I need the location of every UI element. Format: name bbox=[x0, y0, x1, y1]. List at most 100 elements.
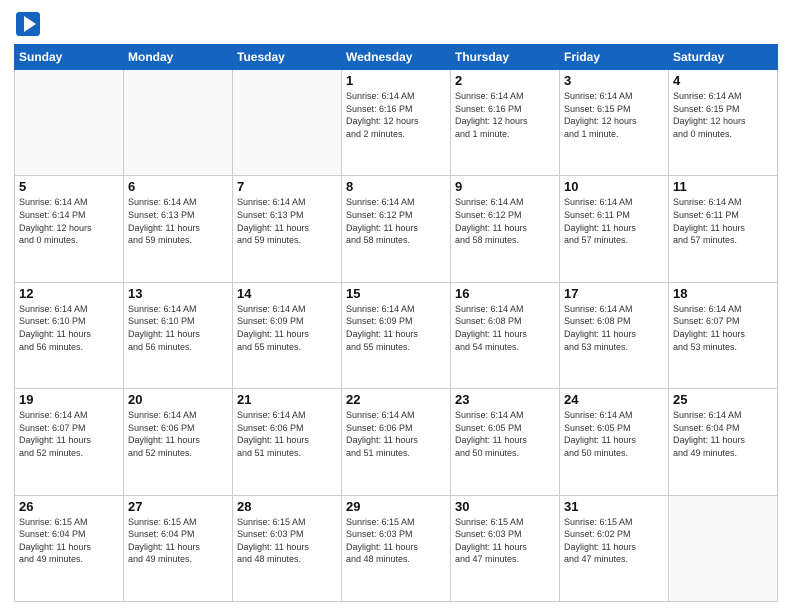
day-info: Sunrise: 6:14 AM Sunset: 6:08 PM Dayligh… bbox=[564, 303, 664, 353]
calendar-cell: 29 Sunrise: 6:15 AM Sunset: 6:03 PM Dayli… bbox=[342, 495, 451, 601]
calendar-cell: 26 Sunrise: 6:15 AM Sunset: 6:04 PM Dayli… bbox=[15, 495, 124, 601]
day-info: Sunrise: 6:14 AM Sunset: 6:15 PM Dayligh… bbox=[673, 90, 773, 140]
week-row-1: 5Sunrise: 6:14 AM Sunset: 6:14 PM Daylig… bbox=[15, 176, 778, 282]
day-info: Sunrise: 6:14 AM Sunset: 6:11 PM Dayligh… bbox=[564, 196, 664, 246]
header bbox=[14, 10, 778, 38]
weekday-header-monday: Monday bbox=[124, 45, 233, 70]
day-info: Sunrise: 6:15 AM Sunset: 6:03 PM Dayligh… bbox=[455, 516, 555, 566]
day-info: Sunrise: 6:14 AM Sunset: 6:12 PM Dayligh… bbox=[346, 196, 446, 246]
day-info: Sunrise: 6:14 AM Sunset: 6:07 PM Dayligh… bbox=[673, 303, 773, 353]
day-number: 22 bbox=[346, 392, 446, 407]
day-number: 24 bbox=[564, 392, 664, 407]
day-number: 8 bbox=[346, 179, 446, 194]
weekday-header-sunday: Sunday bbox=[15, 45, 124, 70]
day-info: Sunrise: 6:14 AM Sunset: 6:11 PM Dayligh… bbox=[673, 196, 773, 246]
weekday-header-thursday: Thursday bbox=[451, 45, 560, 70]
day-number: 13 bbox=[128, 286, 228, 301]
calendar-cell bbox=[124, 70, 233, 176]
day-info: Sunrise: 6:14 AM Sunset: 6:06 PM Dayligh… bbox=[128, 409, 228, 459]
calendar-cell: 27 Sunrise: 6:15 AM Sunset: 6:04 PM Dayli… bbox=[124, 495, 233, 601]
day-info: Sunrise: 6:14 AM Sunset: 6:10 PM Dayligh… bbox=[19, 303, 119, 353]
calendar-cell: 28 Sunrise: 6:15 AM Sunset: 6:03 PM Dayli… bbox=[233, 495, 342, 601]
day-info: Sunrise: 6:15 AM Sunset: 6:04 PM Dayligh… bbox=[19, 516, 119, 566]
day-number: 10 bbox=[564, 179, 664, 194]
day-info: Sunrise: 6:15 AM Sunset: 6:02 PM Dayligh… bbox=[564, 516, 664, 566]
calendar-cell: 12 Sunrise: 6:14 AM Sunset: 6:10 PM Dayli… bbox=[15, 282, 124, 388]
calendar-table: SundayMondayTuesdayWednesdayThursdayFrid… bbox=[14, 44, 778, 602]
calendar-cell: 9 Sunrise: 6:14 AM Sunset: 6:12 PM Daylig… bbox=[451, 176, 560, 282]
day-info: Sunrise: 6:14 AM Sunset: 6:07 PM Dayligh… bbox=[19, 409, 119, 459]
day-info: Sunrise: 6:14 AM Sunset: 6:09 PM Dayligh… bbox=[346, 303, 446, 353]
day-number: 20 bbox=[128, 392, 228, 407]
day-info: Sunrise: 6:14 AM Sunset: 6:09 PM Dayligh… bbox=[237, 303, 337, 353]
day-number: 2 bbox=[455, 73, 555, 88]
day-number: 17 bbox=[564, 286, 664, 301]
week-row-4: 26 Sunrise: 6:15 AM Sunset: 6:04 PM Dayli… bbox=[15, 495, 778, 601]
day-info: Sunrise: 6:14 AM Sunset: 6:12 PM Dayligh… bbox=[455, 196, 555, 246]
logo-icon bbox=[14, 10, 42, 38]
day-info: Sunrise: 6:14 AM Sunset: 6:16 PM Dayligh… bbox=[455, 90, 555, 140]
day-number: 27 bbox=[128, 499, 228, 514]
day-number: 18 bbox=[673, 286, 773, 301]
day-info: Sunrise: 6:14 AM Sunset: 6:14 PM Dayligh… bbox=[19, 196, 119, 246]
day-info: Sunrise: 6:14 AM Sunset: 6:10 PM Dayligh… bbox=[128, 303, 228, 353]
day-number: 16 bbox=[455, 286, 555, 301]
week-row-0: 1 Sunrise: 6:14 AM Sunset: 6:16 PM Daylig… bbox=[15, 70, 778, 176]
calendar-cell: 1 Sunrise: 6:14 AM Sunset: 6:16 PM Daylig… bbox=[342, 70, 451, 176]
day-number: 31 bbox=[564, 499, 664, 514]
calendar-cell: 23Sunrise: 6:14 AM Sunset: 6:05 PM Dayli… bbox=[451, 389, 560, 495]
calendar-cell bbox=[233, 70, 342, 176]
weekday-header-friday: Friday bbox=[560, 45, 669, 70]
day-number: 25 bbox=[673, 392, 773, 407]
calendar-cell: 7Sunrise: 6:14 AM Sunset: 6:13 PM Daylig… bbox=[233, 176, 342, 282]
day-number: 26 bbox=[19, 499, 119, 514]
day-number: 28 bbox=[237, 499, 337, 514]
weekday-header-tuesday: Tuesday bbox=[233, 45, 342, 70]
day-number: 3 bbox=[564, 73, 664, 88]
day-info: Sunrise: 6:15 AM Sunset: 6:03 PM Dayligh… bbox=[237, 516, 337, 566]
day-info: Sunrise: 6:14 AM Sunset: 6:13 PM Dayligh… bbox=[128, 196, 228, 246]
day-number: 11 bbox=[673, 179, 773, 194]
calendar-cell: 13 Sunrise: 6:14 AM Sunset: 6:10 PM Dayli… bbox=[124, 282, 233, 388]
calendar-cell: 30 Sunrise: 6:15 AM Sunset: 6:03 PM Dayli… bbox=[451, 495, 560, 601]
calendar-cell: 14Sunrise: 6:14 AM Sunset: 6:09 PM Dayli… bbox=[233, 282, 342, 388]
calendar-cell: 11 Sunrise: 6:14 AM Sunset: 6:11 PM Dayli… bbox=[669, 176, 778, 282]
day-info: Sunrise: 6:15 AM Sunset: 6:03 PM Dayligh… bbox=[346, 516, 446, 566]
day-info: Sunrise: 6:14 AM Sunset: 6:15 PM Dayligh… bbox=[564, 90, 664, 140]
day-info: Sunrise: 6:14 AM Sunset: 6:06 PM Dayligh… bbox=[237, 409, 337, 459]
day-number: 12 bbox=[19, 286, 119, 301]
day-number: 6 bbox=[128, 179, 228, 194]
week-row-2: 12 Sunrise: 6:14 AM Sunset: 6:10 PM Dayli… bbox=[15, 282, 778, 388]
calendar-cell: 16 Sunrise: 6:14 AM Sunset: 6:08 PM Dayli… bbox=[451, 282, 560, 388]
day-info: Sunrise: 6:14 AM Sunset: 6:13 PM Dayligh… bbox=[237, 196, 337, 246]
calendar-cell: 4 Sunrise: 6:14 AM Sunset: 6:15 PM Daylig… bbox=[669, 70, 778, 176]
day-number: 15 bbox=[346, 286, 446, 301]
day-number: 1 bbox=[346, 73, 446, 88]
calendar-cell: 22Sunrise: 6:14 AM Sunset: 6:06 PM Dayli… bbox=[342, 389, 451, 495]
day-number: 4 bbox=[673, 73, 773, 88]
page: SundayMondayTuesdayWednesdayThursdayFrid… bbox=[0, 0, 792, 612]
calendar-cell: 21 Sunrise: 6:14 AM Sunset: 6:06 PM Dayli… bbox=[233, 389, 342, 495]
calendar-cell: 8 Sunrise: 6:14 AM Sunset: 6:12 PM Daylig… bbox=[342, 176, 451, 282]
week-row-3: 19 Sunrise: 6:14 AM Sunset: 6:07 PM Dayli… bbox=[15, 389, 778, 495]
calendar-cell: 31 Sunrise: 6:15 AM Sunset: 6:02 PM Dayli… bbox=[560, 495, 669, 601]
day-number: 9 bbox=[455, 179, 555, 194]
day-number: 19 bbox=[19, 392, 119, 407]
calendar-cell: 15 Sunrise: 6:14 AM Sunset: 6:09 PM Dayli… bbox=[342, 282, 451, 388]
day-info: Sunrise: 6:14 AM Sunset: 6:08 PM Dayligh… bbox=[455, 303, 555, 353]
calendar-cell: 19 Sunrise: 6:14 AM Sunset: 6:07 PM Dayli… bbox=[15, 389, 124, 495]
calendar-cell: 25Sunrise: 6:14 AM Sunset: 6:04 PM Dayli… bbox=[669, 389, 778, 495]
weekday-header-saturday: Saturday bbox=[669, 45, 778, 70]
calendar-cell: 24 Sunrise: 6:14 AM Sunset: 6:05 PM Dayli… bbox=[560, 389, 669, 495]
weekday-header-row: SundayMondayTuesdayWednesdayThursdayFrid… bbox=[15, 45, 778, 70]
day-info: Sunrise: 6:14 AM Sunset: 6:05 PM Dayligh… bbox=[564, 409, 664, 459]
day-info: Sunrise: 6:14 AM Sunset: 6:05 PM Dayligh… bbox=[455, 409, 555, 459]
day-info: Sunrise: 6:14 AM Sunset: 6:16 PM Dayligh… bbox=[346, 90, 446, 140]
calendar-cell bbox=[669, 495, 778, 601]
day-info: Sunrise: 6:15 AM Sunset: 6:04 PM Dayligh… bbox=[128, 516, 228, 566]
day-number: 29 bbox=[346, 499, 446, 514]
day-number: 30 bbox=[455, 499, 555, 514]
calendar-cell: 17 Sunrise: 6:14 AM Sunset: 6:08 PM Dayli… bbox=[560, 282, 669, 388]
day-number: 21 bbox=[237, 392, 337, 407]
calendar-cell bbox=[15, 70, 124, 176]
